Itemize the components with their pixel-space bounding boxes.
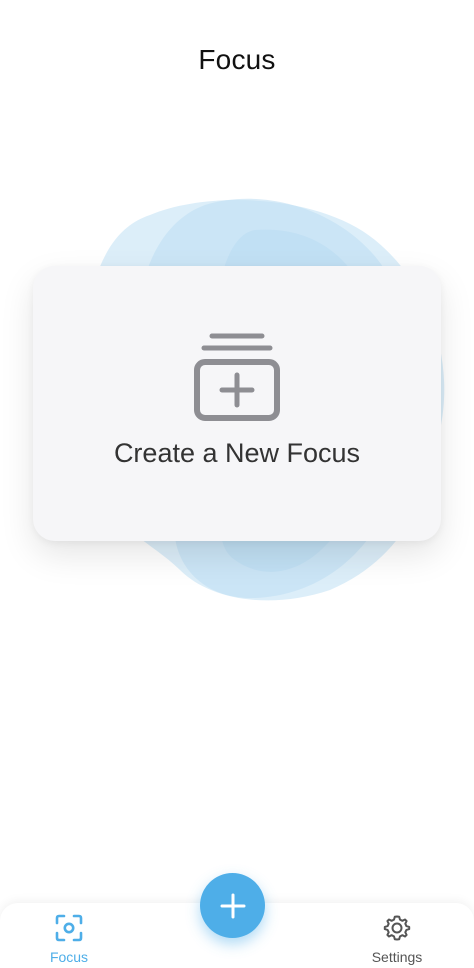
tab-focus-label: Focus	[49, 949, 89, 965]
create-focus-card[interactable]: Create a New Focus	[33, 266, 441, 541]
add-focus-button[interactable]	[200, 873, 265, 938]
create-focus-label: Create a New Focus	[113, 438, 361, 468]
tab-settings-label: Settings	[371, 949, 423, 965]
gear-icon	[383, 915, 411, 941]
screen: Focus Create a New Focus Focus Settings	[0, 0, 474, 968]
tab-settings[interactable]: Settings	[357, 913, 437, 965]
plus-icon	[220, 893, 245, 918]
focus-viewfinder-icon	[55, 914, 83, 942]
hero-area: Create a New Focus	[0, 0, 474, 700]
stacked-folder-plus-icon	[194, 333, 280, 421]
tab-focus[interactable]: Focus	[29, 913, 109, 965]
